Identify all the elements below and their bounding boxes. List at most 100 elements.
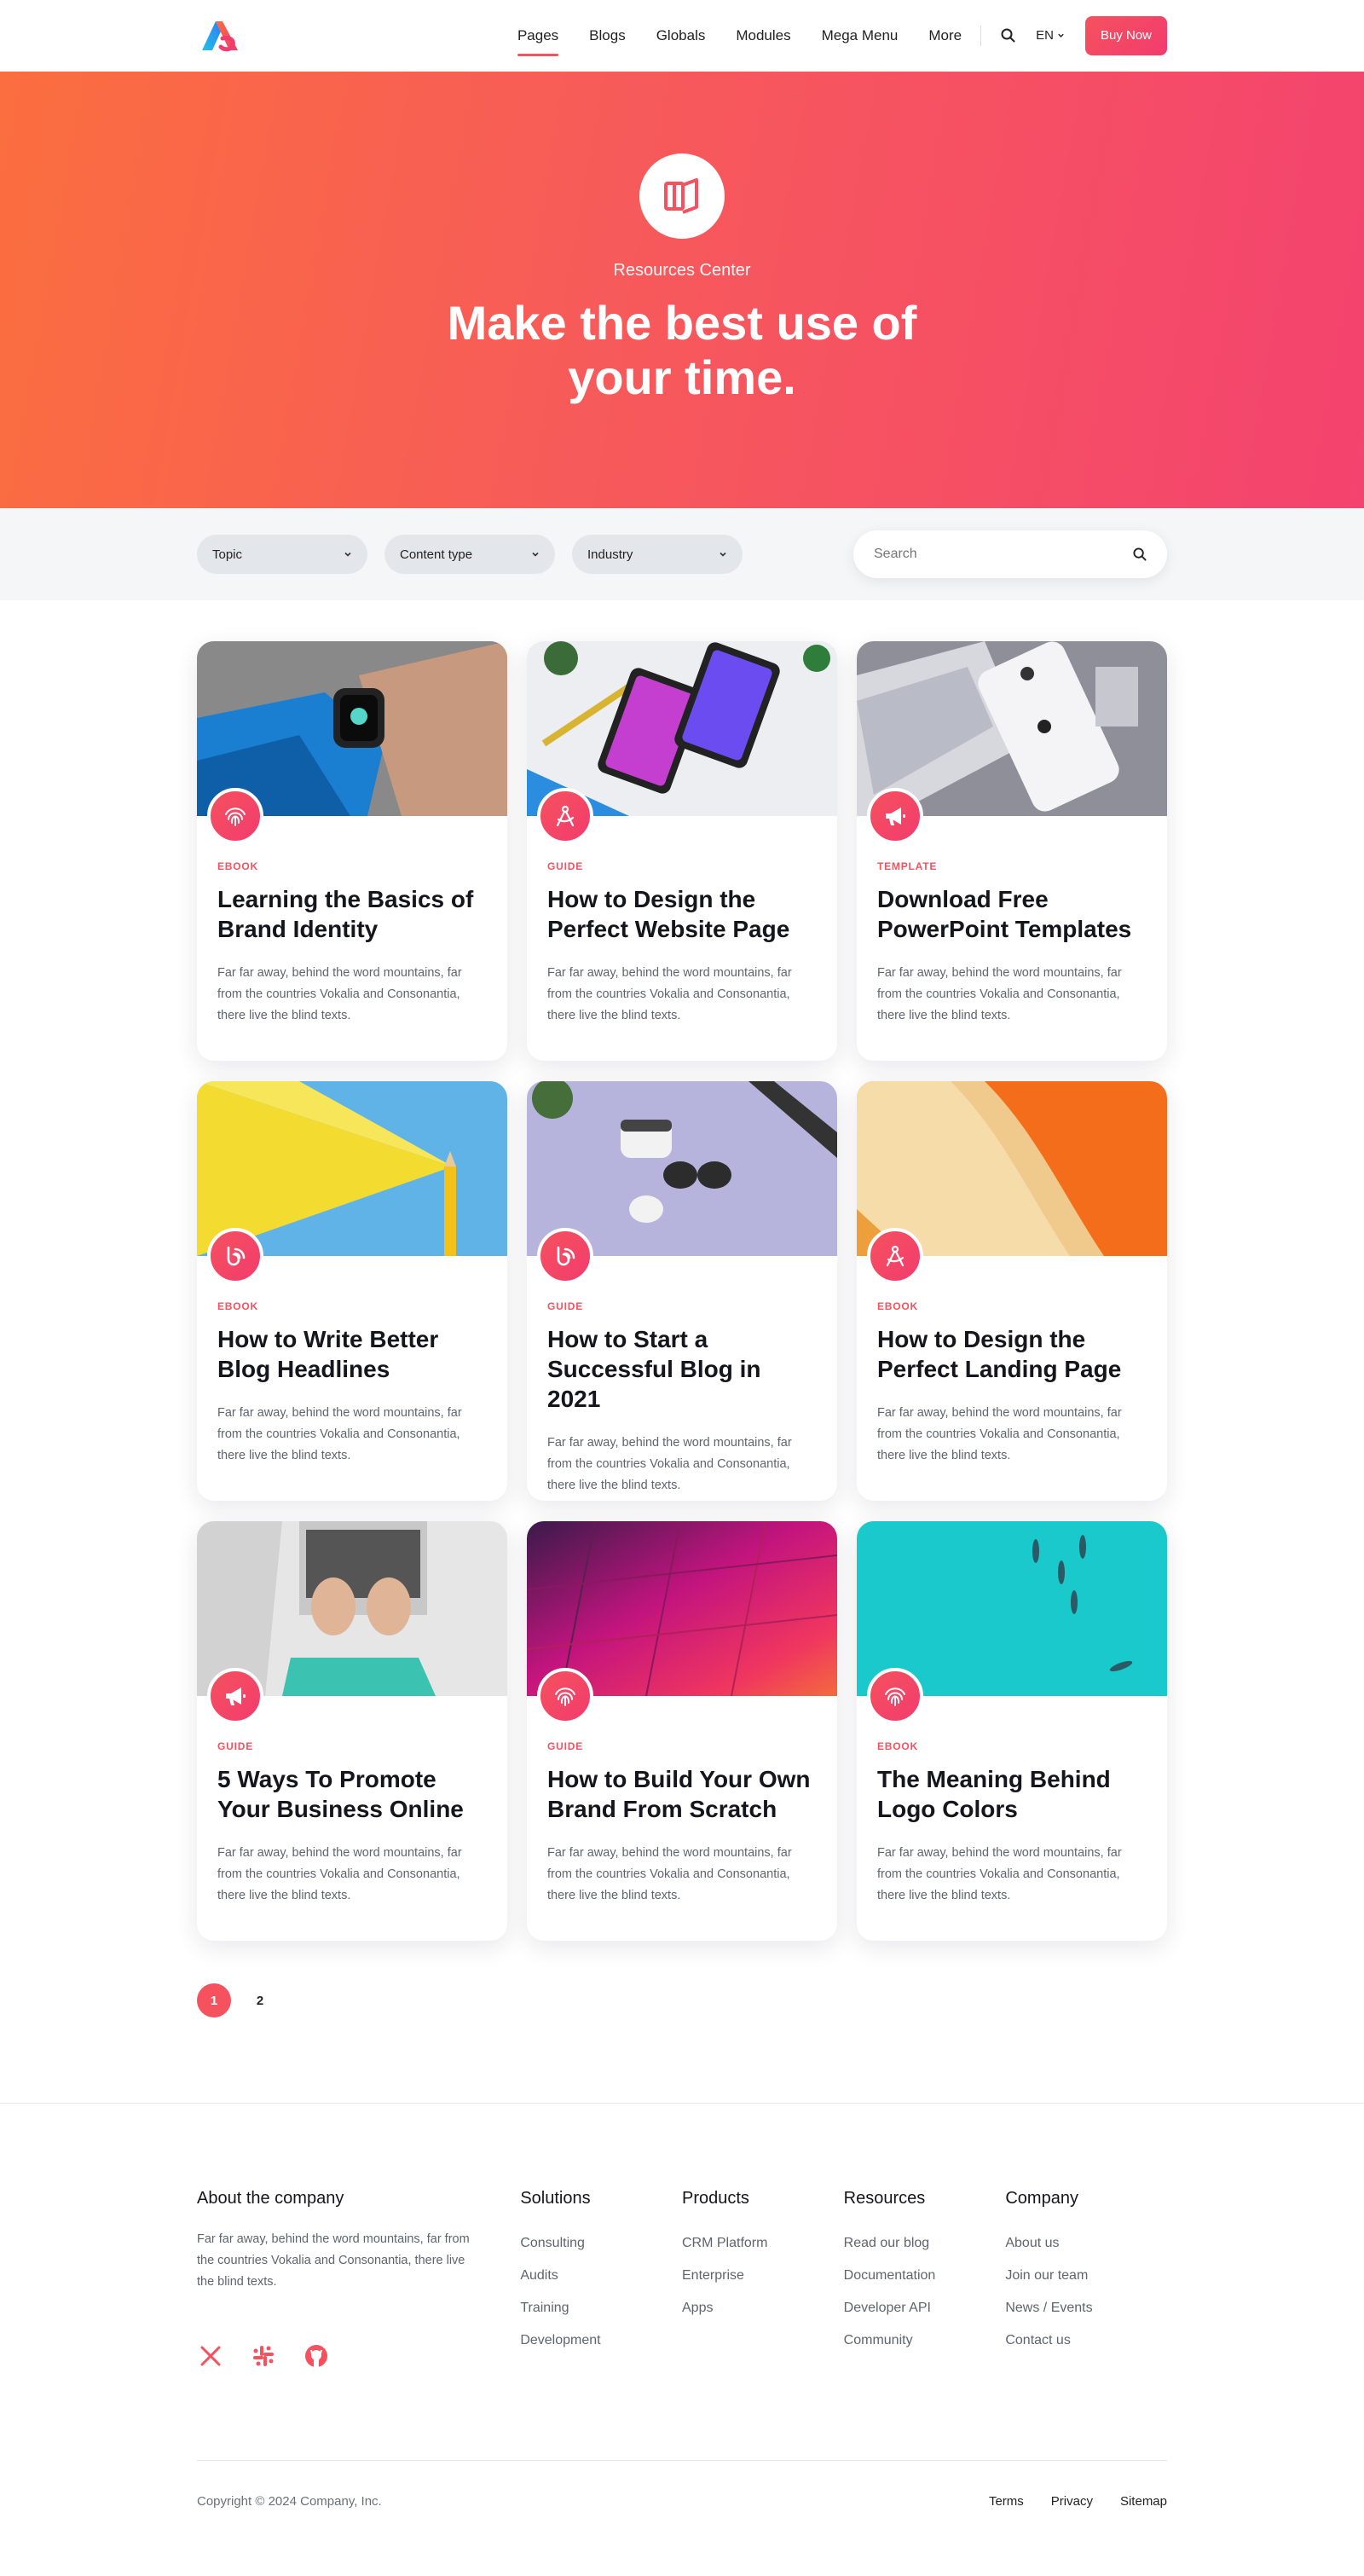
resource-grid: EBOOK Learning the Basics of Brand Ident…: [197, 641, 1167, 1941]
design-tool-icon: [867, 1228, 923, 1284]
footer-bottom: Copyright © 2024 Company, Inc. Terms Pri…: [197, 2460, 1167, 2542]
footer-col-heading: Resources: [843, 2189, 926, 2208]
footer-about: About the company Far far away, behind t…: [197, 2189, 520, 2370]
footer-link[interactable]: Developer API: [844, 2292, 1006, 2324]
privacy-link[interactable]: Privacy: [1051, 2494, 1093, 2509]
book-icon: [639, 153, 725, 239]
card-category: EBOOK: [217, 860, 259, 872]
megaphone-icon: [867, 788, 923, 844]
github-icon[interactable]: [303, 2342, 330, 2370]
card-excerpt: Far far away, behind the word mountains,…: [547, 1436, 792, 1492]
card-category: EBOOK: [877, 1740, 919, 1752]
footer-link[interactable]: Training: [520, 2292, 682, 2324]
search-box: [853, 530, 1167, 578]
content-type-select[interactable]: Content type: [384, 535, 555, 574]
card-title[interactable]: Download Free PowerPoint Templates: [877, 884, 1147, 944]
card-category: EBOOK: [217, 1300, 259, 1312]
nav-mega-menu[interactable]: Mega Menu: [822, 0, 899, 72]
card-title[interactable]: How to Design the Perfect Website Page: [547, 884, 817, 944]
sitemap-link[interactable]: Sitemap: [1120, 2494, 1167, 2509]
x-twitter-icon[interactable]: [197, 2342, 224, 2370]
copyright: Copyright © 2024 Company, Inc.: [197, 2494, 382, 2509]
nav-more[interactable]: More: [928, 0, 962, 72]
footer-link[interactable]: Read our blog: [844, 2227, 1006, 2260]
chevron-down-icon: [720, 552, 726, 557]
card-category: GUIDE: [547, 1300, 584, 1312]
fingerprint-icon: [207, 788, 263, 844]
footer-legal-links: Terms Privacy Sitemap: [989, 2494, 1167, 2509]
footer-col-heading: Solutions: [520, 2189, 591, 2208]
language-switcher[interactable]: EN: [1036, 28, 1065, 43]
industry-select-label: Industry: [587, 547, 633, 562]
card-category: GUIDE: [547, 1740, 584, 1752]
card-category: EBOOK: [877, 1300, 919, 1312]
social-links: [197, 2342, 520, 2370]
brand-logo[interactable]: [197, 13, 243, 59]
resource-card[interactable]: EBOOK The Meaning Behind Logo Colors Far…: [857, 1521, 1167, 1941]
nav-modules[interactable]: Modules: [736, 0, 790, 72]
hero-eyebrow: Resources Center: [613, 261, 751, 280]
hero-section: Resources Center Make the best use of yo…: [0, 72, 1364, 508]
industry-select[interactable]: Industry: [572, 535, 743, 574]
nav-pages[interactable]: Pages: [517, 0, 559, 72]
card-title[interactable]: How to Start a Successful Blog in 2021: [547, 1324, 817, 1414]
card-excerpt: Far far away, behind the word mountains,…: [877, 1846, 1122, 1902]
card-excerpt: Far far away, behind the word mountains,…: [217, 1406, 462, 1462]
pagination: 1 2: [197, 1983, 1167, 2017]
blog-icon: [207, 1228, 263, 1284]
footer-col-products: Products CRM Platform Enterprise Apps: [682, 2189, 844, 2370]
footer-col-solutions: Solutions Consulting Audits Training Dev…: [520, 2189, 682, 2370]
card-title[interactable]: How to Write Better Blog Headlines: [217, 1324, 487, 1384]
resource-card[interactable]: GUIDE How to Start a Successful Blog in …: [527, 1081, 837, 1501]
footer-link[interactable]: Audits: [520, 2260, 682, 2292]
search-icon[interactable]: [1000, 28, 1015, 43]
fingerprint-icon: [867, 1668, 923, 1724]
footer-link[interactable]: CRM Platform: [682, 2227, 844, 2260]
filter-bar: Topic Content type Industry: [0, 508, 1364, 600]
slack-icon[interactable]: [250, 2342, 277, 2370]
resource-card[interactable]: GUIDE How to Build Your Own Brand From S…: [527, 1521, 837, 1941]
footer-link[interactable]: Community: [844, 2324, 1006, 2357]
chevron-down-icon: [532, 552, 539, 557]
nav-globals[interactable]: Globals: [656, 0, 706, 72]
card-title[interactable]: How to Build Your Own Brand From Scratch: [547, 1764, 817, 1824]
footer-link[interactable]: Enterprise: [682, 2260, 844, 2292]
design-tool-icon: [537, 788, 593, 844]
footer-link[interactable]: Contact us: [1005, 2324, 1167, 2357]
card-title[interactable]: The Meaning Behind Logo Colors: [877, 1764, 1147, 1824]
footer-col-heading: Products: [682, 2189, 749, 2208]
card-title[interactable]: Learning the Basics of Brand Identity: [217, 884, 487, 944]
card-category: TEMPLATE: [877, 860, 938, 872]
resource-card[interactable]: EBOOK How to Write Better Blog Headlines…: [197, 1081, 507, 1501]
card-title[interactable]: 5 Ways To Promote Your Business Online: [217, 1764, 487, 1824]
resource-card[interactable]: GUIDE How to Design the Perfect Website …: [527, 641, 837, 1061]
footer-link[interactable]: Consulting: [520, 2227, 682, 2260]
resource-card[interactable]: EBOOK How to Design the Perfect Landing …: [857, 1081, 1167, 1501]
fingerprint-icon: [537, 1668, 593, 1724]
footer-link[interactable]: Development: [520, 2324, 682, 2357]
search-icon[interactable]: [1133, 547, 1147, 561]
page-1-button[interactable]: 1: [197, 1983, 231, 2017]
topic-select[interactable]: Topic: [197, 535, 367, 574]
card-title[interactable]: How to Design the Perfect Landing Page: [877, 1324, 1147, 1384]
chevron-down-icon: [344, 552, 351, 557]
resource-card[interactable]: GUIDE 5 Ways To Promote Your Business On…: [197, 1521, 507, 1941]
footer-link[interactable]: Documentation: [844, 2260, 1006, 2292]
search-input[interactable]: [874, 547, 1113, 562]
footer-link[interactable]: News / Events: [1005, 2292, 1167, 2324]
footer-link[interactable]: About us: [1005, 2227, 1167, 2260]
site-header: Pages Blogs Globals Modules Mega Menu Mo…: [0, 0, 1364, 72]
megaphone-icon: [207, 1668, 263, 1724]
buy-now-button[interactable]: Buy Now: [1084, 15, 1167, 55]
page-2-button[interactable]: 2: [243, 1983, 277, 2017]
footer-link[interactable]: Join our team: [1005, 2260, 1167, 2292]
card-category: GUIDE: [547, 860, 584, 872]
card-excerpt: Far far away, behind the word mountains,…: [217, 966, 462, 1022]
footer-link[interactable]: Apps: [682, 2292, 844, 2324]
resource-card[interactable]: EBOOK Learning the Basics of Brand Ident…: [197, 641, 507, 1061]
nav-blogs[interactable]: Blogs: [589, 0, 626, 72]
card-excerpt: Far far away, behind the word mountains,…: [877, 966, 1122, 1022]
main-nav: Pages Blogs Globals Modules Mega Menu Mo…: [487, 0, 1167, 72]
terms-link[interactable]: Terms: [989, 2494, 1024, 2509]
resource-card[interactable]: TEMPLATE Download Free PowerPoint Templa…: [857, 641, 1167, 1061]
